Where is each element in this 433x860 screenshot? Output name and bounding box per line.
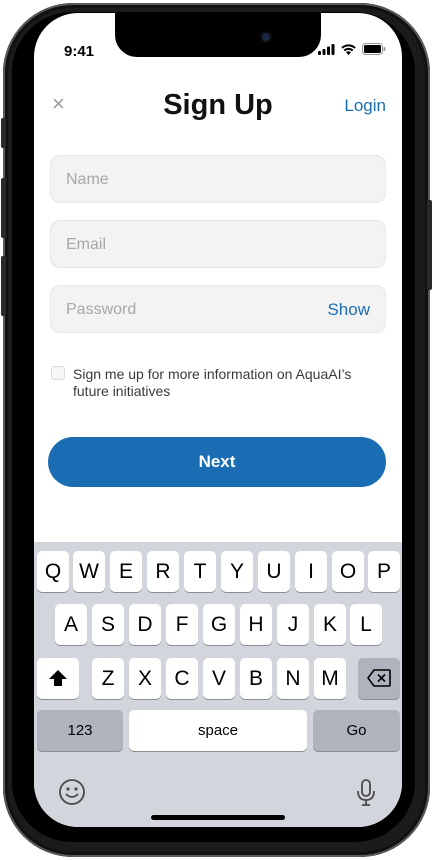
email-placeholder: Email bbox=[66, 236, 107, 253]
backspace-icon bbox=[367, 669, 391, 687]
camera-icon bbox=[262, 33, 270, 41]
keyboard: Q W E R T Y U I O P A S D F G H J K L Z … bbox=[34, 542, 402, 827]
signal-icon bbox=[318, 43, 335, 55]
numbers-key[interactable]: 123 bbox=[37, 710, 123, 751]
key-q[interactable]: Q bbox=[37, 551, 69, 592]
key-t[interactable]: T bbox=[184, 551, 216, 592]
microphone-icon[interactable] bbox=[356, 778, 376, 808]
key-v[interactable]: V bbox=[203, 658, 235, 699]
key-u[interactable]: U bbox=[258, 551, 290, 592]
key-h[interactable]: H bbox=[240, 604, 272, 645]
key-r[interactable]: R bbox=[147, 551, 179, 592]
login-link[interactable]: Login bbox=[344, 96, 386, 116]
key-e[interactable]: E bbox=[110, 551, 142, 592]
next-button[interactable]: Next bbox=[48, 437, 386, 487]
key-w[interactable]: W bbox=[73, 551, 105, 592]
wifi-icon bbox=[341, 43, 356, 55]
key-x[interactable]: X bbox=[129, 658, 161, 699]
home-indicator bbox=[151, 815, 285, 820]
key-m[interactable]: M bbox=[314, 658, 346, 699]
status-icons bbox=[318, 43, 386, 55]
show-password-button[interactable]: Show bbox=[327, 300, 370, 320]
side-button-volume-up bbox=[1, 178, 6, 238]
phone-screen: 9:41 × Sign Up Login Name Email Password… bbox=[34, 13, 402, 827]
key-g[interactable]: G bbox=[203, 604, 235, 645]
name-field[interactable]: Name bbox=[50, 155, 386, 203]
backspace-key[interactable] bbox=[358, 658, 400, 699]
key-s[interactable]: S bbox=[92, 604, 124, 645]
key-f[interactable]: F bbox=[166, 604, 198, 645]
key-i[interactable]: I bbox=[295, 551, 327, 592]
key-c[interactable]: C bbox=[166, 658, 198, 699]
key-z[interactable]: Z bbox=[92, 658, 124, 699]
battery-icon bbox=[362, 43, 386, 55]
space-key[interactable]: space bbox=[129, 710, 307, 751]
key-y[interactable]: Y bbox=[221, 551, 253, 592]
emoji-icon[interactable] bbox=[58, 778, 86, 806]
key-d[interactable]: D bbox=[129, 604, 161, 645]
shift-icon bbox=[49, 669, 67, 686]
name-placeholder: Name bbox=[66, 171, 109, 188]
password-placeholder: Password bbox=[66, 301, 137, 318]
key-k[interactable]: K bbox=[314, 604, 346, 645]
newsletter-checkbox-label: Sign me up for more information on AquaA… bbox=[73, 366, 352, 399]
newsletter-checkbox[interactable] bbox=[51, 366, 65, 380]
key-n[interactable]: N bbox=[277, 658, 309, 699]
key-j[interactable]: J bbox=[277, 604, 309, 645]
key-o[interactable]: O bbox=[332, 551, 364, 592]
side-button-power bbox=[427, 200, 432, 290]
side-button-silent bbox=[1, 118, 6, 148]
key-l[interactable]: L bbox=[350, 604, 382, 645]
shift-key[interactable] bbox=[37, 658, 79, 699]
key-a[interactable]: A bbox=[55, 604, 87, 645]
go-key[interactable]: Go bbox=[313, 710, 400, 751]
key-p[interactable]: P bbox=[368, 551, 400, 592]
notch bbox=[115, 13, 321, 57]
password-field[interactable]: Password Show bbox=[50, 285, 386, 333]
status-time: 9:41 bbox=[64, 43, 95, 60]
email-field[interactable]: Email bbox=[50, 220, 386, 268]
side-button-volume-down bbox=[1, 256, 6, 316]
key-b[interactable]: B bbox=[240, 658, 272, 699]
